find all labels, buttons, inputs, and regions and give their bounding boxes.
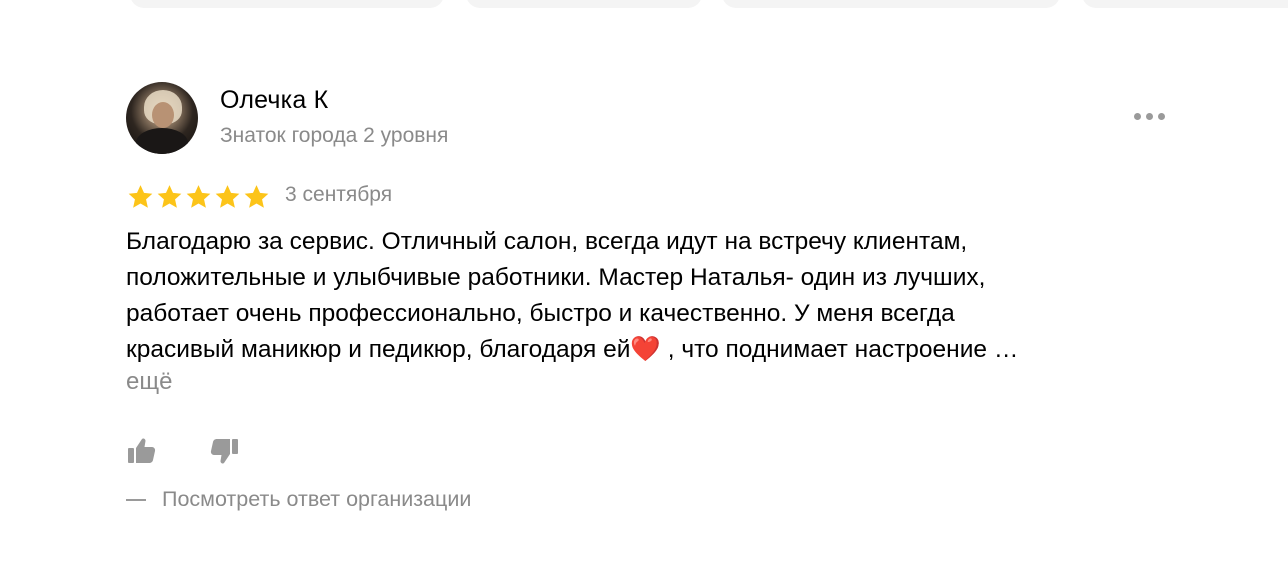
- review-text-segment: , что поднимает настроение …: [660, 336, 1019, 363]
- rating-row: 3 сентября: [126, 182, 526, 212]
- avatar-body: [136, 128, 188, 154]
- more-dots-icon: [1134, 113, 1141, 120]
- review-text-segment: красивый маникюр и педикюр, благодаря ей: [126, 336, 631, 363]
- star-icon: [215, 185, 240, 208]
- dash-icon: [126, 498, 146, 501]
- filter-chip[interactable]: [466, 0, 702, 8]
- review-text: Благодарю за сервис. Отличный салон, все…: [126, 224, 1186, 368]
- star-icon: [157, 185, 182, 208]
- avatar-face: [152, 102, 174, 128]
- filter-chip[interactable]: [722, 0, 1060, 8]
- top-filter-chips: [0, 0, 1288, 10]
- thumbs-up-icon: [128, 438, 156, 463]
- more-dots-icon: [1158, 113, 1165, 120]
- expand-text-link[interactable]: ещё: [126, 368, 172, 396]
- like-button[interactable]: [126, 435, 158, 467]
- review-text-line: Благодарю за сервис. Отличный салон, все…: [126, 228, 968, 255]
- author-name[interactable]: Олечка К: [220, 86, 328, 115]
- review-text-line: положительные и улыбчивые работники. Мас…: [126, 264, 986, 291]
- dislike-button[interactable]: [208, 435, 240, 467]
- review-date: 3 сентября: [285, 183, 393, 206]
- avatar[interactable]: [126, 82, 198, 154]
- review-text-line: красивый маникюр и педикюр, благодаря ей…: [126, 332, 1186, 368]
- more-dots-icon: [1146, 113, 1153, 120]
- view-org-answer-label: Посмотреть ответ организации: [162, 487, 472, 511]
- more-options-button[interactable]: [1130, 104, 1170, 128]
- view-org-answer-button[interactable]: Посмотреть ответ организации: [126, 487, 471, 517]
- star-icon: [186, 185, 211, 208]
- heart-emoji: ❤️: [630, 336, 661, 363]
- star-icon: [244, 185, 269, 208]
- filter-chip[interactable]: [1082, 0, 1288, 8]
- review-text-line: работает очень профессионально, быстро и…: [126, 300, 955, 327]
- reactions: [126, 435, 266, 467]
- author-level: Знаток города 2 уровня: [220, 124, 449, 147]
- star-rating: [126, 182, 271, 212]
- thumbs-down-icon: [210, 439, 238, 464]
- star-icon: [128, 185, 153, 208]
- filter-chip[interactable]: [130, 0, 444, 8]
